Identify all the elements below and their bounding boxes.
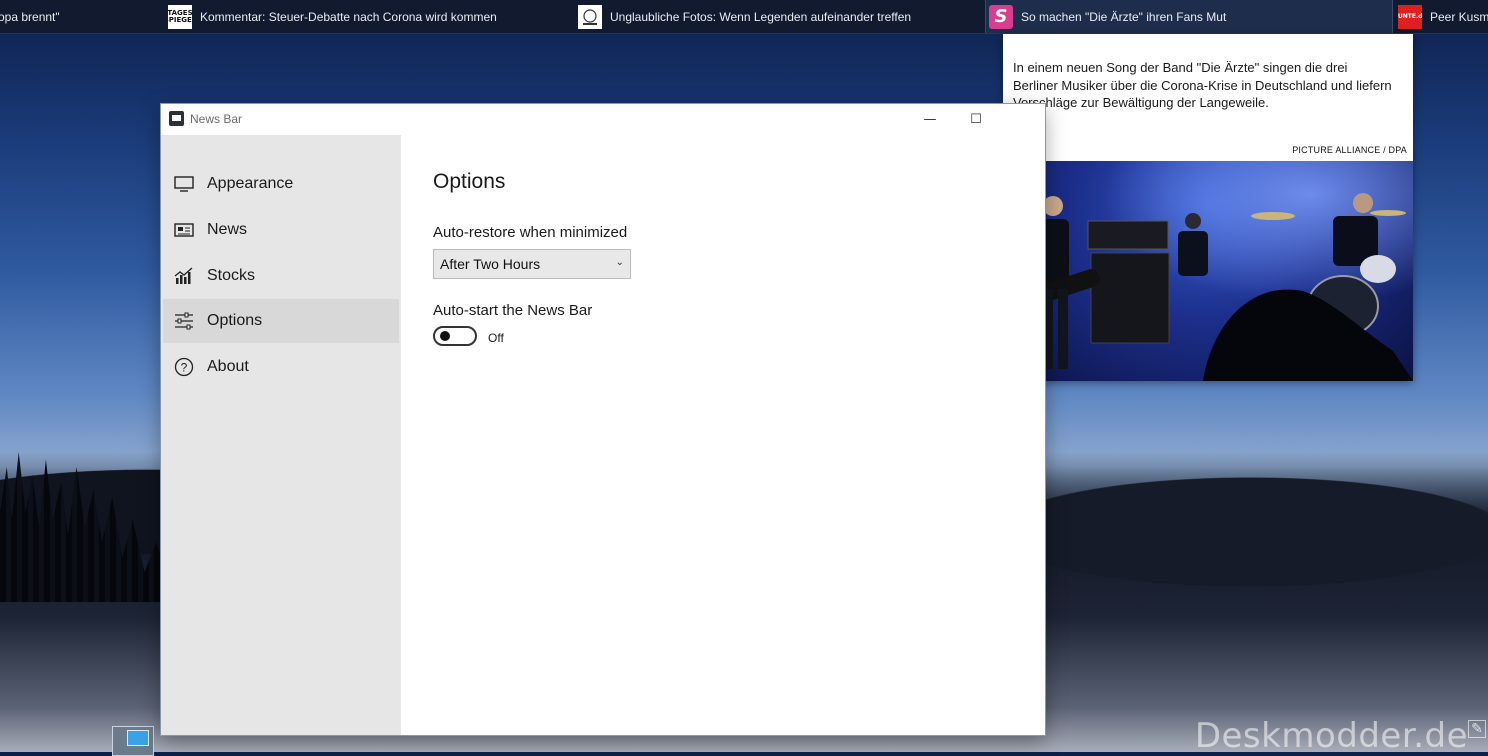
concert-photo-illustration [1003,161,1413,381]
sliders-icon [173,310,195,332]
news-headline: Peer Kusma [1430,9,1488,24]
sidebar-item-stocks[interactable]: Stocks [163,254,399,298]
maximize-button[interactable]: ☐ [953,104,999,135]
auto-start-label: Auto-start the News Bar [433,302,593,319]
window-titlebar[interactable]: News Bar — ☐ [161,104,1045,135]
news-item[interactable]: Unglaubliche Fotos: Wenn Legenden aufein… [578,0,911,33]
news-headline: Kommentar: Steuer-Debatte nach Corona wi… [200,9,497,24]
tagesspiegel-logo-icon: TAGESSPIEGEL [168,4,192,29]
auto-start-toggle[interactable] [433,326,477,346]
window-title: News Bar [190,112,243,126]
photo-credit: PICTURE ALLIANCE / DPA [1292,145,1407,155]
preview-photo[interactable] [1003,161,1413,381]
news-headline: Unglaubliche Fotos: Wenn Legenden aufein… [610,9,912,24]
sidebar-item-label: News [207,221,248,238]
watermark-edit-icon: ✎ [1468,720,1486,738]
options-page: Options Auto-restore when minimized Afte… [401,135,1045,735]
toggle-knob [440,331,450,341]
svg-text:?: ? [181,361,188,375]
auto-restore-dropdown[interactable]: After Two Hours ⌄ [433,249,631,279]
sidebar-item-label: Stocks [207,267,256,284]
sidebar-item-news[interactable]: News [163,208,399,252]
publisher-logo-icon [578,4,602,29]
news-headline: So machen "Die Ärzte" ihren Fans Mut [1021,9,1227,24]
sidebar-item-about[interactable]: ? About [163,345,399,389]
news-item[interactable]: TAGESSPIEGEL Kommentar: Steuer-Debatte n… [168,0,497,33]
stern-logo-icon: S [989,4,1013,29]
settings-sidebar: Appearance News Stocks Options ? About [161,135,401,735]
news-preview-popup[interactable]: In einem neuen Song der Band "Die Ärzte"… [1003,34,1413,381]
news-item[interactable]: opa brennt" [0,0,60,33]
auto-restore-value: After Two Hours [440,256,541,272]
help-circle-icon: ? [173,356,195,378]
news-headline: opa brennt" [0,9,60,24]
sidebar-item-label: Options [207,312,263,329]
sidebar-item-label: About [207,358,249,375]
preview-summary: In einem neuen Song der Band "Die Ärzte"… [1013,60,1392,110]
minimize-button[interactable]: — [907,104,953,135]
page-title: Options [433,170,506,193]
news-bar-settings-window: News Bar — ☐ Appearance News Stocks Opti… [161,104,1045,735]
news-ticker-bar: opa brennt" TAGESSPIEGEL Kommentar: Steu… [0,0,1488,34]
sidebar-item-label: Appearance [207,175,294,192]
chevron-down-icon: ⌄ [615,257,624,268]
publisher-logo-icon: BUNTE.de [1398,4,1422,29]
watermark: Deskmodder.de [1194,716,1468,756]
sidebar-item-options[interactable]: Options [163,299,399,343]
toggle-state-label: Off [488,331,504,345]
chart-icon [173,265,195,287]
news-bar-app-icon [169,111,184,126]
auto-restore-label: Auto-restore when minimized [433,224,628,241]
monitor-icon [173,173,195,195]
newspaper-icon [173,219,195,241]
sidebar-item-appearance[interactable]: Appearance [163,162,399,206]
news-item[interactable]: BUNTE.de Peer Kusma [1398,0,1488,33]
news-item-active[interactable]: S So machen "Die Ärzte" ihren Fans Mut [985,0,1393,33]
